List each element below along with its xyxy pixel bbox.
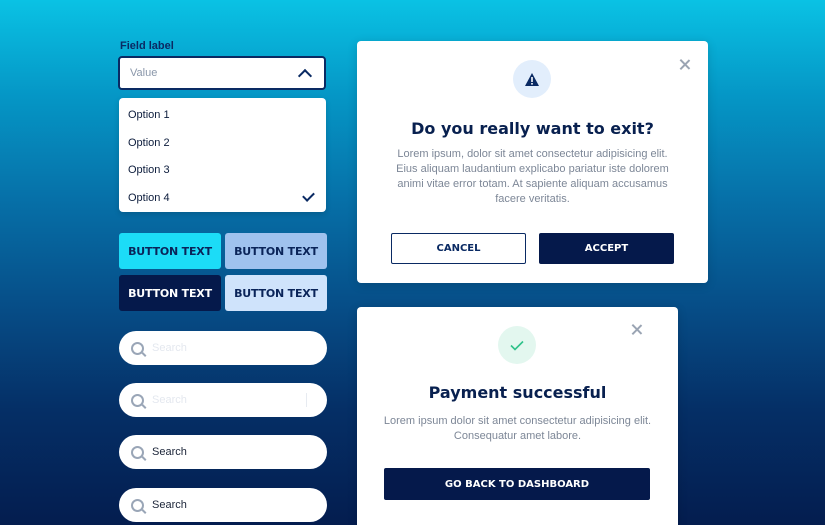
search-placeholder: Search <box>152 342 187 354</box>
checkmark-icon <box>302 189 315 202</box>
close-icon[interactable] <box>679 59 691 71</box>
chevron-up-icon[interactable] <box>297 68 313 83</box>
payment-success-modal: Payment successful Lorem ipsum dolor sit… <box>357 307 678 525</box>
search-icon <box>131 498 144 512</box>
option-label: Option 4 <box>128 191 170 204</box>
search-placeholder: Search <box>152 394 187 406</box>
modal-body: Lorem ipsum, dolor sit amet consectetur … <box>396 148 669 205</box>
search-icon <box>131 445 144 459</box>
search-input[interactable]: Search <box>119 488 327 522</box>
go-back-dashboard-button[interactable]: GO BACK TO DASHBOARD <box>384 468 650 500</box>
success-icon-badge <box>498 326 536 364</box>
option-label: Option 3 <box>128 163 170 176</box>
modal-title: Payment successful <box>428 383 607 402</box>
search-placeholder: Search <box>152 499 187 511</box>
exit-confirmation-modal: Do you really want to exit? Lorem ipsum,… <box>357 41 708 283</box>
light-blue-button[interactable]: BUTTON TEXT <box>225 275 327 311</box>
cancel-button[interactable]: CANCEL <box>391 233 526 264</box>
accept-button[interactable]: ACCEPT <box>539 233 674 264</box>
modal-title: Do you really want to exit? <box>411 119 654 138</box>
text-cursor <box>306 393 307 407</box>
search-icon <box>131 393 144 407</box>
select-option[interactable]: Option 3 <box>128 156 314 183</box>
close-icon[interactable] <box>631 324 643 336</box>
warning-icon <box>525 72 539 86</box>
option-label: Option 2 <box>128 136 170 149</box>
field-label: Field label <box>120 40 174 52</box>
search-input[interactable]: Search <box>119 435 327 469</box>
search-input[interactable]: Search <box>119 383 327 417</box>
search-placeholder: Search <box>152 446 187 458</box>
secondary-blue-button[interactable]: BUTTON TEXT <box>225 233 327 269</box>
select-option-selected[interactable]: Option 4 <box>128 184 315 211</box>
search-input[interactable]: Search <box>119 331 327 365</box>
select-option[interactable]: Option 1 <box>128 101 314 128</box>
modal-body: Lorem ipsum dolor sit amet consectetur a… <box>383 415 652 442</box>
select-option[interactable]: Option 2 <box>128 129 314 156</box>
primary-cyan-button[interactable]: BUTTON TEXT <box>119 233 221 269</box>
checkmark-icon <box>510 340 524 351</box>
option-label: Option 1 <box>128 108 170 121</box>
select-value: Value <box>130 67 158 79</box>
primary-navy-button[interactable]: BUTTON TEXT <box>119 275 221 311</box>
search-icon <box>131 341 144 355</box>
select-field[interactable]: Value <box>118 56 326 90</box>
select-dropdown: Option 1 Option 2 Option 3 Option 4 <box>119 98 326 212</box>
warning-icon-badge <box>513 60 551 98</box>
